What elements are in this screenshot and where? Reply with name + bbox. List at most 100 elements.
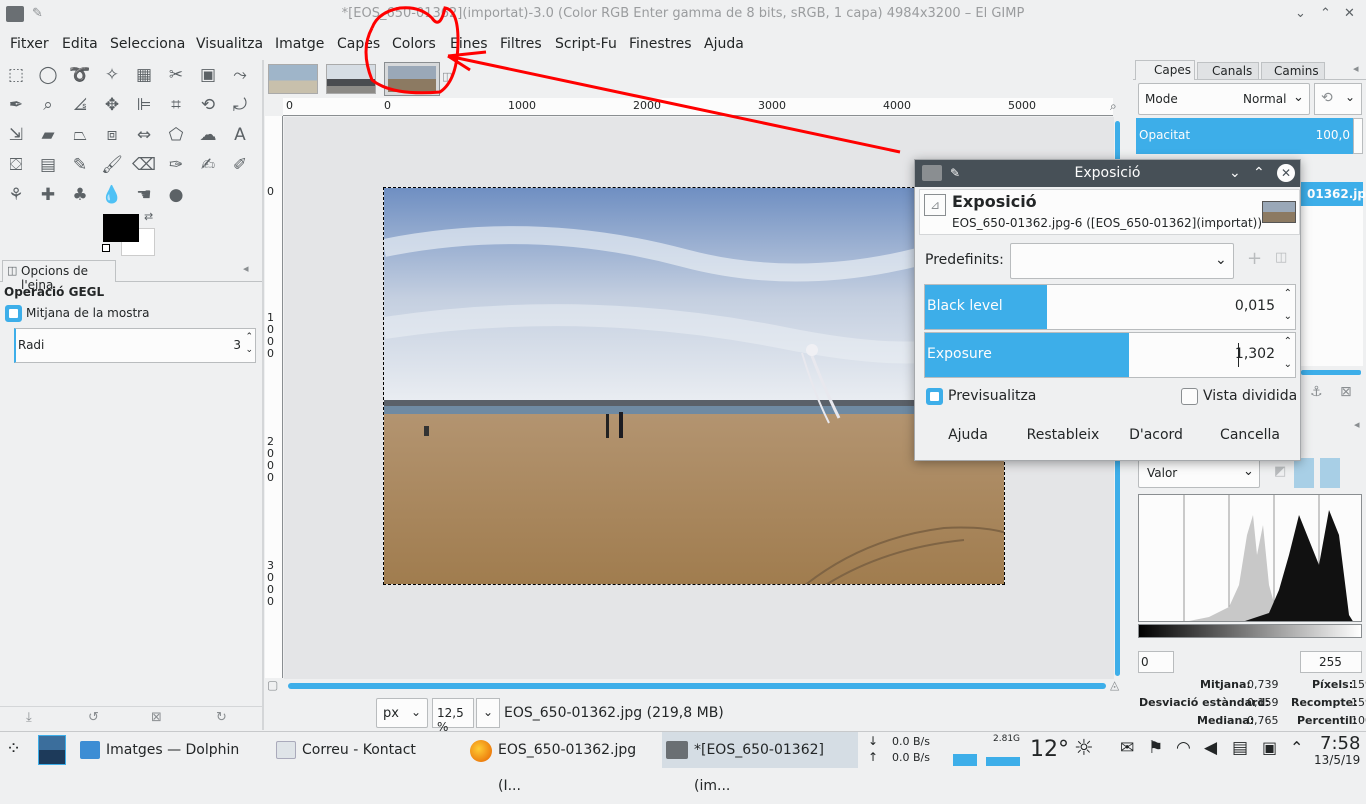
foreground-color-swatch[interactable] <box>103 214 139 242</box>
clipboard-icon[interactable]: ▤ <box>1232 738 1248 758</box>
zoom-input[interactable]: 12,5 % <box>432 698 474 734</box>
clock-date[interactable]: 13/5/19 <box>1314 753 1360 767</box>
menu-fitxer[interactable]: Fitxer <box>10 36 49 52</box>
horizontal-scrollbar-thumb[interactable] <box>288 683 1106 689</box>
clone-icon[interactable]: ⚘ <box>3 182 29 208</box>
rotate-icon[interactable]: ⤾ <box>227 92 253 118</box>
paintbrush-icon[interactable]: 🖌 <box>99 152 125 178</box>
opacity-spin[interactable] <box>1353 118 1363 154</box>
layers-scrollbar[interactable] <box>1301 370 1361 375</box>
ok-button[interactable]: D'acord <box>1121 417 1191 453</box>
perspective-clone-icon[interactable]: ♣ <box>67 182 93 208</box>
image-tab-2[interactable] <box>326 64 376 94</box>
align-icon[interactable]: ⊫ <box>131 92 157 118</box>
spin-down-icon[interactable]: ⌄ <box>1284 311 1292 322</box>
default-colors-icon[interactable] <box>102 244 110 252</box>
memory-monitor[interactable] <box>986 746 1020 766</box>
black-level-spinner[interactable]: Black level 0,015 ⌃ ⌄ <box>924 284 1296 330</box>
quickmask-icon[interactable]: ▢ <box>267 678 278 692</box>
ruler-corner[interactable] <box>265 98 283 116</box>
unified-transform-icon[interactable]: ⟲ <box>195 92 221 118</box>
gradient-icon[interactable]: ▤ <box>35 152 61 178</box>
presets-select[interactable]: ⌄ <box>1010 243 1234 279</box>
scale-icon[interactable]: ⇲ <box>3 122 29 148</box>
lasso-icon[interactable]: ➰ <box>67 62 93 88</box>
panel-menu-icon[interactable]: ◂ <box>243 262 249 275</box>
delete-layer-icon[interactable]: ⊠ <box>1340 384 1352 400</box>
sample-average-checkbox[interactable] <box>5 305 22 322</box>
close-icon[interactable]: ✕ <box>1277 164 1295 182</box>
color-picker-icon[interactable]: ✒ <box>3 92 29 118</box>
airbrush-icon[interactable]: ✑ <box>163 152 189 178</box>
scissors-icon[interactable]: ✂ <box>163 62 189 88</box>
menu-selecciona[interactable]: Selecciona <box>110 36 185 52</box>
spin-up-icon[interactable]: ⌃ <box>1284 288 1292 299</box>
smudge-icon[interactable]: ☚ <box>131 182 157 208</box>
clock-time[interactable]: 7:58 <box>1320 733 1360 754</box>
text-icon[interactable]: A <box>227 122 253 148</box>
task-gimp[interactable]: *[EOS_650-01362](im... <box>662 732 858 794</box>
mode-reset-button[interactable]: ⟲ ⌄ <box>1314 83 1362 115</box>
tab-layers[interactable]: Capes <box>1135 60 1195 80</box>
temperature-value[interactable]: 12° <box>1030 737 1069 762</box>
menu-visualitza[interactable]: Visualitza <box>196 36 263 52</box>
help-button[interactable]: Ajuda <box>933 417 1003 453</box>
foreground-select-icon[interactable]: ▣ <box>195 62 221 88</box>
presets-menu-icon[interactable]: ◫ <box>1275 250 1287 265</box>
save-options-icon[interactable]: ⤓ <box>26 710 32 725</box>
dodge-burn-icon[interactable]: ● <box>163 182 189 208</box>
app-launcher-icon[interactable]: ⁘ <box>6 738 21 759</box>
opacity-slider[interactable]: Opacitat 100,0 <box>1136 118 1353 154</box>
menu-eines[interactable]: Eines <box>450 36 488 52</box>
tab-paths[interactable]: Camins <box>1261 62 1325 80</box>
zoom-icon[interactable]: ⌕ <box>35 92 61 118</box>
tab-tool-options[interactable]: ◫ Opcions de l'eina <box>2 260 116 292</box>
menu-colors[interactable]: Colors <box>392 36 436 52</box>
navigate-icon[interactable]: ⌕ <box>1110 99 1117 114</box>
menu-filtres[interactable]: Filtres <box>500 36 542 52</box>
add-preset-icon[interactable]: + <box>1247 248 1262 269</box>
panel-menu-icon[interactable]: ◂ <box>1354 418 1360 431</box>
fuzzy-select-icon[interactable]: ✧ <box>99 62 125 88</box>
pager-desktop-1[interactable] <box>39 736 65 750</box>
chevron-up-icon[interactable]: ⌃ <box>1290 738 1303 757</box>
minimize-icon[interactable]: ⌄ <box>1229 160 1241 187</box>
spin-up-icon[interactable]: ⌃ <box>245 332 253 342</box>
delete-options-icon[interactable]: ⊠ <box>151 710 162 725</box>
shear-icon[interactable]: ▰ <box>35 122 61 148</box>
minimize-icon[interactable]: ⌄ <box>1295 0 1306 28</box>
log-scale-button[interactable] <box>1294 458 1314 488</box>
reset-button[interactable]: Restableix <box>1019 417 1107 453</box>
mypaint-brush-icon[interactable]: ✐ <box>227 152 253 178</box>
dialog-titlebar[interactable]: ✎ Exposició ⌄ ⌃ ✕ <box>915 160 1300 187</box>
menu-imatge[interactable]: Imatge <box>275 36 324 52</box>
heal-icon[interactable]: ✚ <box>35 182 61 208</box>
preview-checkbox[interactable] <box>926 388 943 405</box>
cancel-button[interactable]: Cancella <box>1207 417 1293 453</box>
menu-finestres[interactable]: Finestres <box>629 36 692 52</box>
3d-transform-icon[interactable]: ⧈ <box>99 122 125 148</box>
exposure-spinner[interactable]: Exposure 1,302 ⌃ ⌄ <box>924 332 1296 378</box>
perspective-icon[interactable]: ⏢ <box>67 122 93 148</box>
mail-notify-icon[interactable]: ✉ <box>1120 738 1134 758</box>
image-tab-1[interactable] <box>268 64 318 94</box>
rect-select-icon[interactable]: ⬚ <box>3 62 29 88</box>
spin-down-icon[interactable]: ⌄ <box>245 345 253 355</box>
unit-select[interactable]: px ⌄ <box>376 698 428 728</box>
cpu-monitor[interactable] <box>953 736 977 766</box>
maximize-icon[interactable]: ⌃ <box>1320 0 1331 28</box>
anchor-layer-icon[interactable]: ⚓ <box>1310 384 1323 400</box>
zoom-dropdown[interactable]: ⌄ <box>476 698 500 728</box>
lock-icon[interactable]: ▣ <box>1262 738 1277 757</box>
warp-icon[interactable]: ☁ <box>195 122 221 148</box>
menu-capes[interactable]: Capes <box>337 36 380 52</box>
menu-ajuda[interactable]: Ajuda <box>704 36 744 52</box>
virtual-desktop-pager[interactable] <box>38 735 66 765</box>
linear-scale-icon[interactable]: ◩ <box>1274 464 1286 479</box>
ink-icon[interactable]: ✍ <box>195 152 221 178</box>
image-tab-3-active[interactable] <box>384 62 440 96</box>
panel-menu-icon[interactable]: ◂ <box>1353 62 1359 75</box>
sun-icon[interactable]: ☼ <box>1074 736 1094 761</box>
crop-icon[interactable]: ⌗ <box>163 92 189 118</box>
flip-icon[interactable]: ⇔ <box>131 122 157 148</box>
